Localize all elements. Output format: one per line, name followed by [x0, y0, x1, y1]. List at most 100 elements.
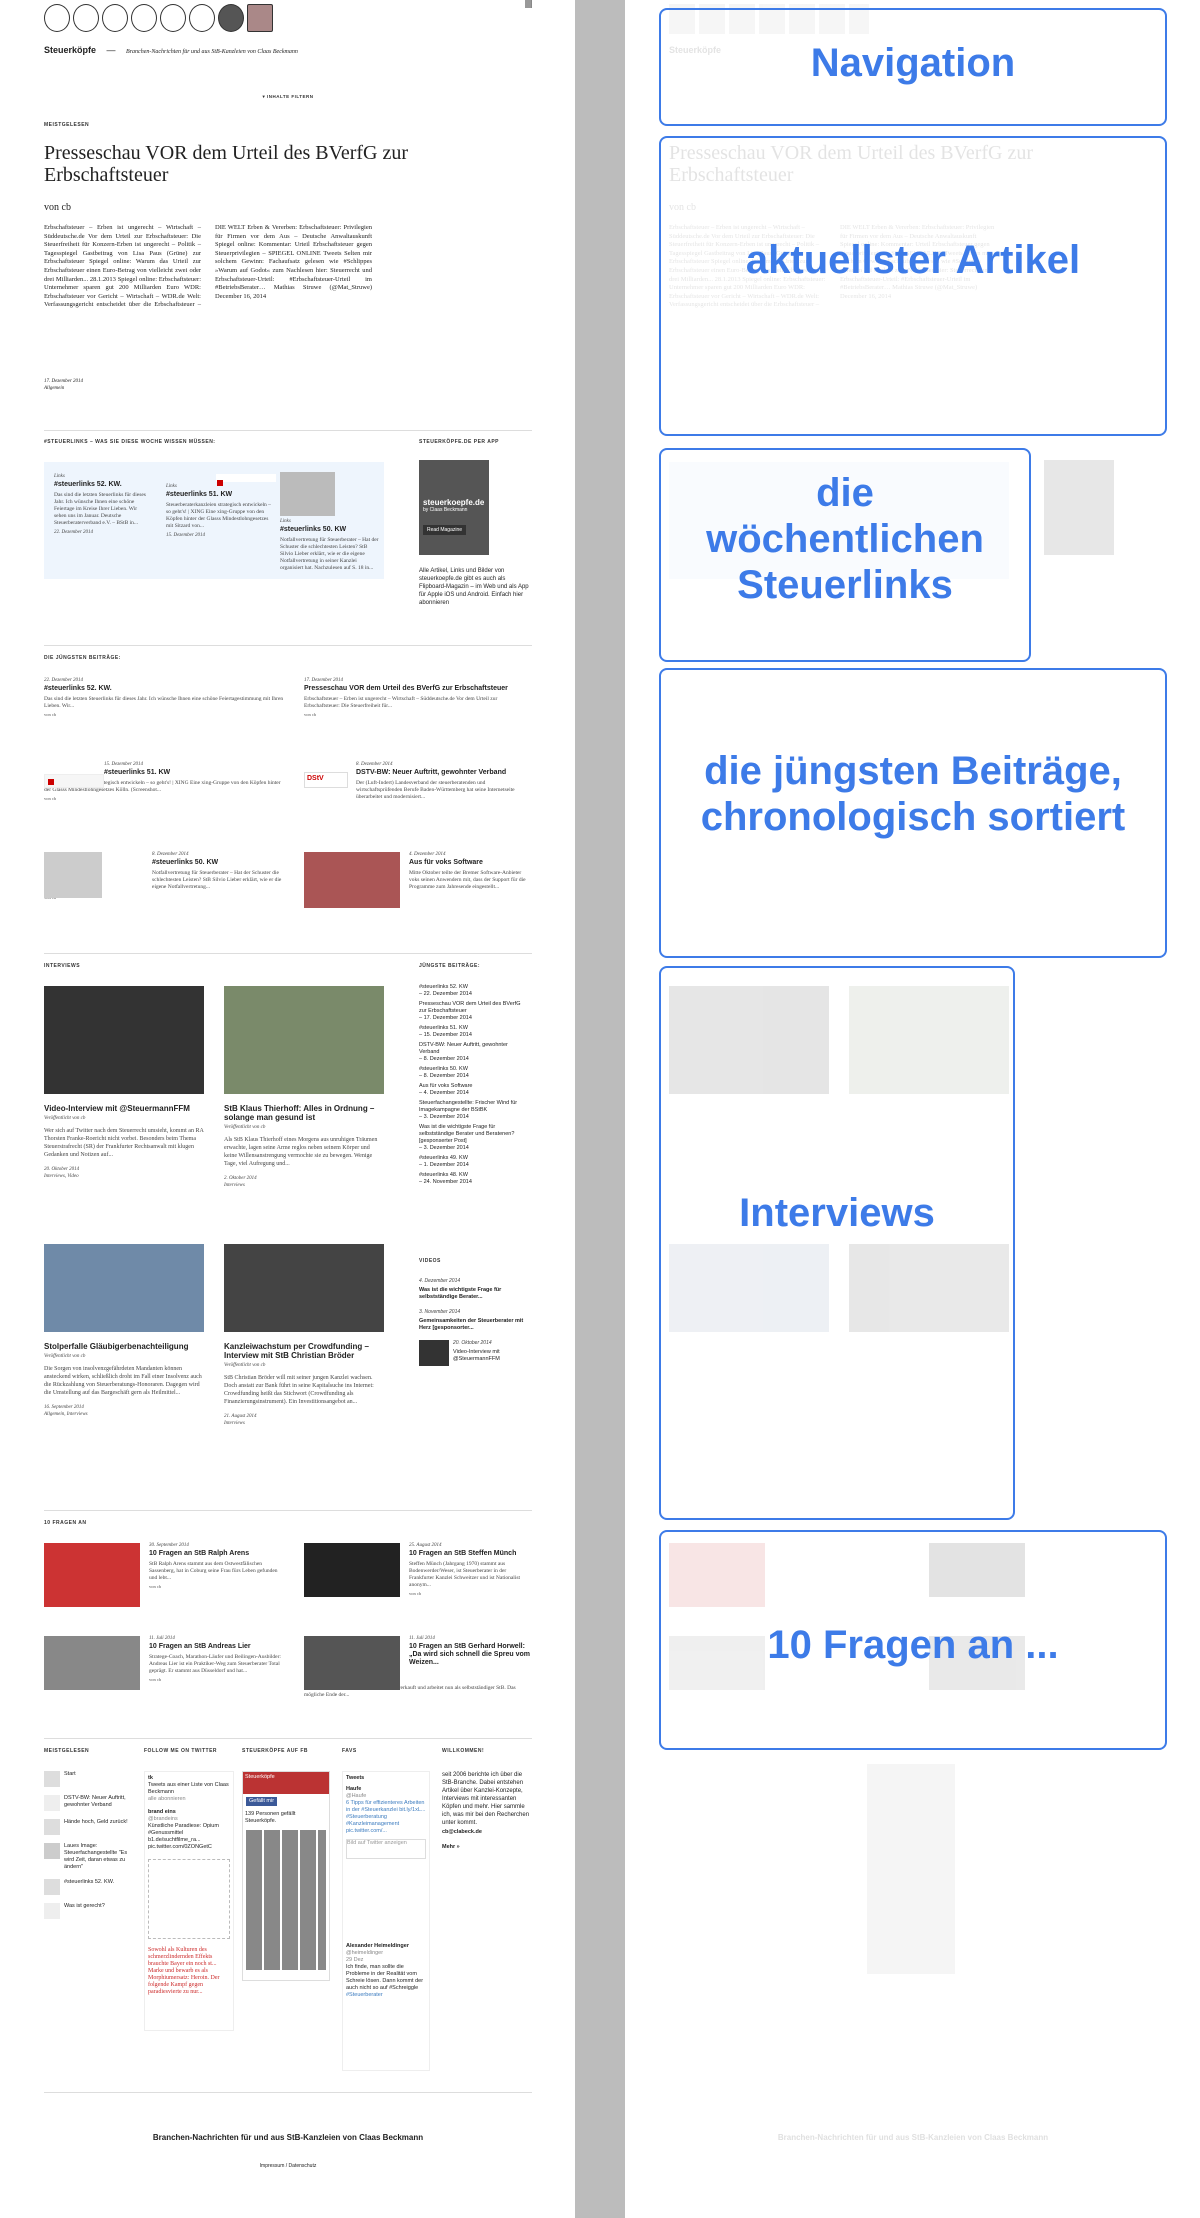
video-title[interactable]: Gemeinsamkeiten der Steuerberater mit He…	[419, 1318, 529, 1332]
interview-category[interactable]: Interviews, Video	[44, 1174, 204, 1179]
interview-title[interactable]: Kanzleiwachstum per Crowdfunding – Inter…	[224, 1342, 384, 1360]
favs-timeline[interactable]: Tweets Haufe @Haufe 6 Tipps für effizien…	[342, 1771, 430, 2071]
list-item[interactable]: #steuerlinks 48. KW – 24. November 2014	[419, 1172, 529, 1186]
footer-links[interactable]: Impressum / Datenschutz	[44, 2163, 532, 2169]
featured-title[interactable]: Presseschau VOR dem Urteil des BVerfG zu…	[44, 142, 504, 186]
list-item-title[interactable]: #steuerlinks 51. KW	[419, 1025, 529, 1032]
list-item[interactable]: Was ist die wichtigste Frage für selbsts…	[419, 1124, 529, 1152]
toc-toggle[interactable]: ▾ INHALTE FILTERN	[44, 94, 532, 100]
card-title[interactable]: #steuerlinks 52. KW.	[54, 481, 149, 489]
interview-category[interactable]: Interviews	[224, 1421, 384, 1426]
fragen-title[interactable]: 10 Fragen an StB Andreas Lier	[149, 1643, 284, 1651]
list-item-title[interactable]: Aus für voks Software	[419, 1083, 529, 1090]
popular-item[interactable]: Hände hoch, Geld zurück!	[44, 1819, 132, 1835]
list-item[interactable]: Steuerfachangestellte: Frischer Wind für…	[419, 1100, 529, 1121]
list-item[interactable]: DSTV-BW: Neuer Auftritt, gewohnter Verba…	[419, 1042, 529, 1063]
list-item-title[interactable]: #steuerlinks 49. KW	[419, 1155, 529, 1162]
avatar[interactable]	[44, 4, 70, 32]
site-title[interactable]: Steuerköpfe	[44, 45, 96, 55]
popular-title[interactable]: Start	[64, 1771, 76, 1787]
list-item-title[interactable]: #steuerlinks 52. KW	[419, 984, 529, 991]
tweet-hashtag[interactable]: #Steuerberater	[346, 1992, 426, 1999]
avatar[interactable]	[102, 4, 128, 32]
steuerlinks-card[interactable]: Links #steuerlinks 52. KW. Das sind die …	[54, 474, 149, 537]
popular-item[interactable]: #steuerlinks 52. KW.	[44, 1879, 132, 1895]
interview-title[interactable]: Video-Interview mit @SteuermannFFM	[44, 1104, 204, 1113]
interview-title[interactable]: StB Klaus Thierhoff: Alles in Ordnung – …	[224, 1104, 384, 1122]
fb-like-button[interactable]: Gefällt mir	[246, 1797, 278, 1806]
item-title[interactable]: Presseschau VOR dem Urteil des BVerfG zu…	[304, 685, 532, 693]
popular-item[interactable]: Start	[44, 1771, 132, 1787]
avatar[interactable]	[189, 4, 215, 32]
fragen-title[interactable]: 10 Fragen an StB Ralph Arens	[149, 1550, 284, 1558]
avatar[interactable]	[73, 4, 99, 32]
welcome-email[interactable]: cb@clabeck.de	[442, 1829, 532, 1836]
avatar[interactable]	[160, 4, 186, 32]
tweet-author[interactable]: Alexander Heimeldinger	[346, 1943, 426, 1950]
list-item-title[interactable]: Presseschau VOR dem Urteil des BVerfG zu…	[419, 1001, 529, 1015]
interview-title[interactable]: Stolperfalle Gläubigerbenachteiligung	[44, 1342, 204, 1351]
list-item[interactable]: #steuerlinks 51. KW – 15. Dezember 2014	[419, 1025, 529, 1039]
fragen-item[interactable]: 11. Juli 2014 10 Fragen an StB Andreas L…	[44, 1636, 284, 1690]
popular-title[interactable]: Hände hoch, Geld zurück!	[64, 1819, 128, 1835]
interview-card[interactable]: Kanzleiwachstum per Crowdfunding – Inter…	[224, 1244, 384, 1428]
item-title[interactable]: DSTV-BW: Neuer Auftritt, gewohnter Verba…	[356, 769, 532, 777]
tweet-author[interactable]: brand eins	[148, 1809, 230, 1816]
fragen-title[interactable]: 10 Fragen an StB Gerhard Horwell: „Da wi…	[409, 1643, 532, 1667]
list-item[interactable]: Aus für voks Software – 4. Dezember 2014	[419, 1083, 529, 1097]
tweet-handle[interactable]: @Haufe	[346, 1793, 426, 1800]
avatar[interactable]	[247, 4, 273, 32]
interview-card[interactable]: Video-Interview mit @SteuermannFFM Veröf…	[44, 986, 204, 1181]
popular-title[interactable]: Laues Image: Steuerfachangestellte "Es w…	[64, 1843, 132, 1871]
interview-category[interactable]: Allgemein, Interviews	[44, 1412, 204, 1417]
list-item-title[interactable]: #steuerlinks 50. KW	[419, 1066, 529, 1073]
fb-page-name[interactable]: Steuerköpfe	[245, 1774, 275, 1780]
tweet-author[interactable]: Haufe	[346, 1786, 426, 1793]
tweet-media-link[interactable]: Bild auf Twitter anzeigen	[346, 1839, 426, 1859]
list-item[interactable]: #steuerlinks 52. KW – 22. Dezember 2014	[419, 984, 529, 998]
item-title[interactable]: #steuerlinks 50. KW	[152, 859, 284, 867]
recent-item[interactable]: 17. Dezember 2014 Presseschau VOR dem Ur…	[304, 678, 532, 717]
list-item[interactable]: Presseschau VOR dem Urteil des BVerfG zu…	[419, 1001, 529, 1022]
list-item-title[interactable]: Steuerfachangestellte: Frischer Wind für…	[419, 1100, 529, 1114]
list-item[interactable]: #steuerlinks 49. KW – 1. Dezember 2014	[419, 1155, 529, 1169]
video-title[interactable]: Was ist die wichtigste Frage für selbsts…	[419, 1287, 529, 1301]
avatar[interactable]	[218, 4, 244, 32]
welcome-more-link[interactable]: Mehr »	[442, 1844, 532, 1851]
facebook-box[interactable]: Steuerköpfe Gefällt mir 139 Personen gef…	[242, 1771, 330, 1981]
recent-item[interactable]: 8. Dezember 2014 #steuerlinks 50. KW Not…	[44, 852, 284, 900]
popular-title[interactable]: #steuerlinks 52. KW.	[64, 1879, 114, 1895]
list-item-title[interactable]: DSTV-BW: Neuer Auftritt, gewohnter Verba…	[419, 1042, 529, 1056]
video-item[interactable]: 3. November 2014 Gemeinsamkeiten der Steu…	[419, 1309, 529, 1332]
follow-all-link[interactable]: alle abonnieren	[148, 1796, 230, 1803]
item-title[interactable]: Aus für voks Software	[409, 859, 532, 867]
steuerlinks-card[interactable]: Links #steuerlinks 51. KW Steuerberaterk…	[166, 474, 276, 540]
video-item[interactable]: 20. Oktober 2014 Video-Interview mit @Ste…	[419, 1340, 529, 1366]
item-title[interactable]: #steuerlinks 52. KW.	[44, 685, 284, 693]
video-item[interactable]: 4. Dezember 2014 Was ist die wichtigste F…	[419, 1278, 529, 1301]
steuerlinks-card[interactable]: Links #steuerlinks 50. KW Notfallvertret…	[280, 472, 380, 572]
fragen-item[interactable]: 11. Juli 2014 10 Fragen an StB Gerhard H…	[304, 1636, 532, 1699]
popular-item[interactable]: Was ist gerecht?	[44, 1903, 132, 1919]
list-item-title[interactable]: #steuerlinks 48. KW	[419, 1172, 529, 1179]
fragen-title[interactable]: 10 Fragen an StB Steffen Münch	[409, 1550, 532, 1558]
fragen-item[interactable]: 30. September 2014 10 Fragen an StB Ralp…	[44, 1543, 284, 1607]
recent-item[interactable]: 15. Dezember 2014 #steuerlinks 51. KW St…	[44, 762, 284, 801]
read-magazine-button[interactable]: Read Magazine	[423, 525, 467, 535]
featured-category[interactable]: Allgemein	[44, 385, 83, 392]
item-title[interactable]: #steuerlinks 51. KW	[104, 769, 284, 777]
popular-title[interactable]: DSTV-BW: Neuer Auftritt, gewohnter Verba…	[64, 1795, 132, 1811]
popular-title[interactable]: Was ist gerecht?	[64, 1903, 105, 1919]
interview-category[interactable]: Interviews	[224, 1183, 384, 1188]
card-title[interactable]: #steuerlinks 50. KW	[280, 526, 380, 534]
recent-item[interactable]: DStV 8. Dezember 2014 DSTV-BW: Neuer Auf…	[304, 762, 532, 801]
popular-item[interactable]: Laues Image: Steuerfachangestellte "Es w…	[44, 1843, 132, 1871]
list-item-title[interactable]: Was ist die wichtigste Frage für selbsts…	[419, 1124, 529, 1145]
avatar[interactable]	[131, 4, 157, 32]
interview-card[interactable]: StB Klaus Thierhoff: Alles in Ordnung – …	[224, 986, 384, 1190]
list-item[interactable]: #steuerlinks 50. KW – 8. Dezember 2014	[419, 1066, 529, 1080]
card-title[interactable]: #steuerlinks 51. KW	[166, 491, 276, 499]
popular-item[interactable]: DSTV-BW: Neuer Auftritt, gewohnter Verba…	[44, 1795, 132, 1811]
recent-item[interactable]: 4. Dezember 2014 Aus für voks Software M…	[304, 852, 532, 908]
flipboard-cover[interactable]: steuerkoepfe.de by Claas Beckmann Read M…	[419, 460, 489, 555]
